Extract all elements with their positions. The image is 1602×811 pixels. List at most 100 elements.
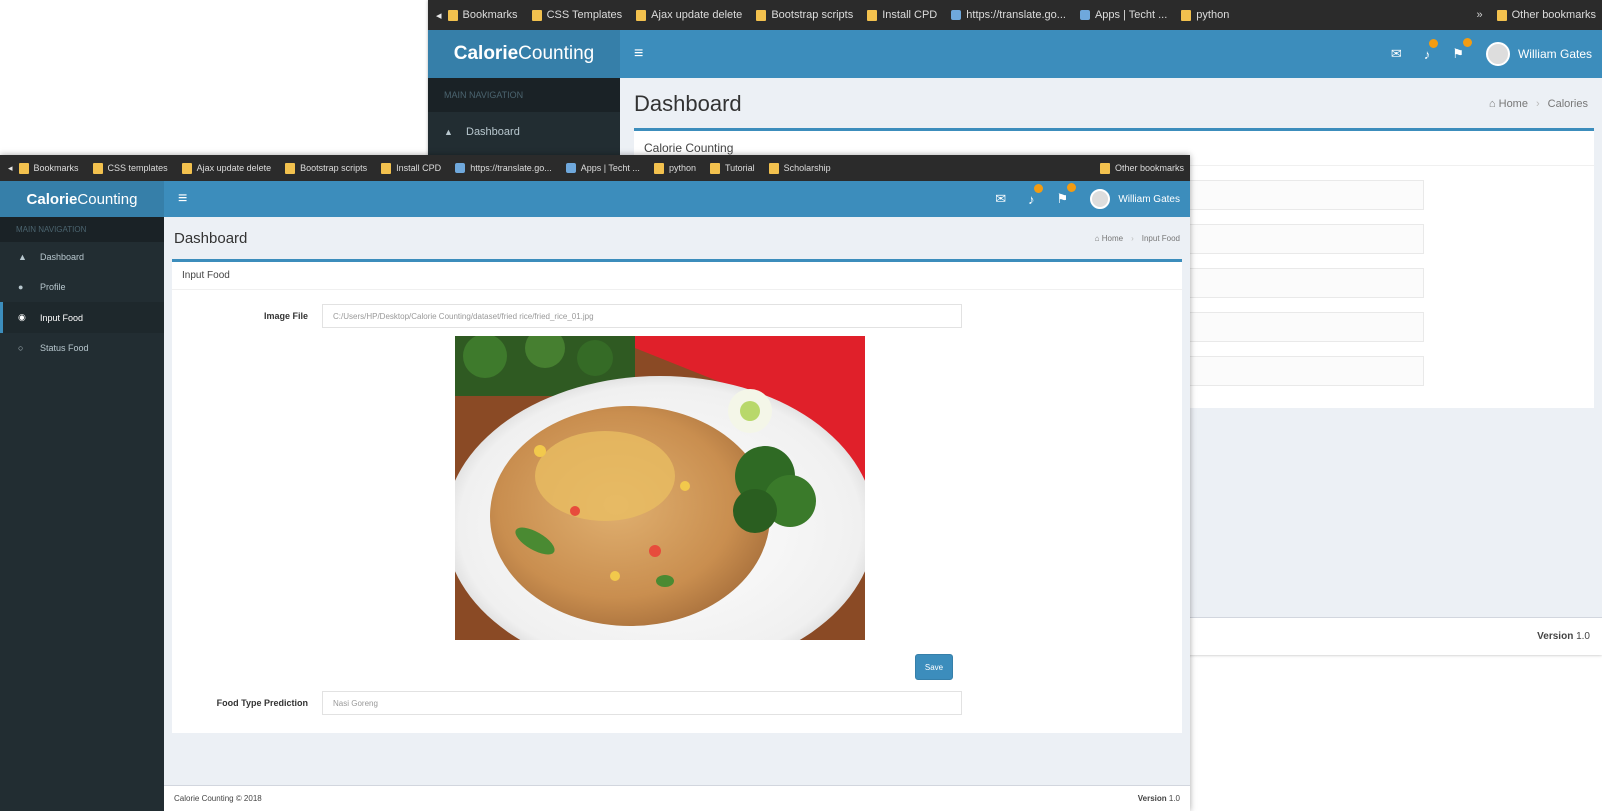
sidebar-header: MAIN NAVIGATION: [428, 78, 620, 112]
dashboard-icon: ▲: [18, 252, 27, 262]
folder-icon: [1099, 162, 1110, 174]
folder-icon: [867, 9, 878, 21]
breadcrumb: ⌂ Home › Calories: [1489, 98, 1588, 110]
bookmark-item[interactable]: Bootstrap scripts: [756, 9, 853, 21]
bookmarks-bar: ◂ Bookmarks CSS templates Ajax update de…: [0, 155, 1190, 181]
folder-icon: [653, 162, 664, 174]
circle-icon: ○: [18, 343, 24, 353]
fried-rice-photo: [455, 336, 865, 640]
hamburger-icon[interactable]: ≡: [178, 190, 187, 208]
bookmark-item[interactable]: python: [1181, 9, 1229, 21]
bookmark-item[interactable]: https://translate.go...: [951, 9, 1066, 21]
page-title: Dashboard: [174, 229, 248, 247]
bookmark-item[interactable]: Bookmarks: [18, 162, 79, 174]
bookmark-item[interactable]: Bookmarks: [447, 9, 518, 21]
bookmark-item[interactable]: Bootstrap scripts: [285, 162, 367, 174]
bookmark-item[interactable]: Tutorial: [709, 162, 755, 174]
notification-badge: [1429, 38, 1439, 48]
folder-icon: [636, 9, 647, 21]
breadcrumb-home[interactable]: Home: [1499, 98, 1528, 110]
avatar[interactable]: [1485, 42, 1510, 66]
flag-icon[interactable]: ⚑: [1452, 38, 1472, 62]
bookmark-item[interactable]: Apps | Techt ...: [1079, 9, 1167, 21]
bookmark-item[interactable]: Install CPD: [867, 9, 937, 21]
avatar[interactable]: [1090, 189, 1111, 209]
navbar-right: ✉ ♪ ⚑ William Gates: [1391, 30, 1592, 78]
bookmark-item[interactable]: python: [653, 162, 696, 174]
app-logo[interactable]: Calorie Counting: [0, 181, 164, 217]
breadcrumb-separator: ›: [1131, 233, 1134, 243]
navbar-right: ✉ ♪ ⚑ William Gates: [995, 181, 1180, 217]
apps-icon: [565, 163, 576, 173]
folder-icon: [1181, 9, 1192, 21]
breadcrumb-separator: ›: [1535, 98, 1540, 110]
envelope-icon[interactable]: ✉: [995, 191, 1006, 207]
other-bookmarks[interactable]: Other bookmarks: [1091, 155, 1184, 181]
folder-icon: [756, 9, 767, 21]
image-file-row: Image File C:/Users/HP/Desktop/Calorie C…: [172, 304, 962, 328]
other-bookmarks[interactable]: » Other bookmarks: [1468, 0, 1596, 30]
dashboard-icon: ▲: [444, 127, 453, 137]
top-navbar: Calorie Counting ≡ ✉ ♪ ⚑ William Gates: [0, 181, 1190, 217]
bookmark-item[interactable]: Ajax update delete: [181, 162, 271, 174]
folder-icon: [181, 162, 192, 174]
bookmark-item[interactable]: Scholarship: [768, 162, 831, 174]
breadcrumb: ⌂ Home › Input Food: [1095, 234, 1180, 243]
sidebar-item-profile[interactable]: ● Profile: [0, 272, 164, 302]
user-name[interactable]: William Gates: [1118, 194, 1180, 205]
home-icon: ⌂: [1094, 233, 1102, 243]
bookmark-item[interactable]: Ajax update delete: [636, 9, 742, 21]
save-button[interactable]: Save: [915, 654, 953, 680]
flag-badge: [1067, 183, 1077, 192]
image-file-label: Image File: [263, 311, 308, 321]
folder-icon: [92, 162, 103, 174]
sidebar-item-status-food[interactable]: ○ Status Food: [0, 333, 164, 363]
translate-icon: [951, 10, 962, 20]
user-icon: ●: [18, 282, 24, 292]
folder-icon: [768, 162, 779, 174]
sidebar-item-dashboard[interactable]: ▲ Dashboard: [428, 112, 620, 152]
footer: Calorie Counting © 2018 Version 1.0: [164, 785, 1190, 811]
app-logo[interactable]: Calorie Counting: [428, 30, 620, 78]
top-navbar: Calorie Counting ≡ ✉ ♪ ⚑ William Gates: [428, 30, 1602, 78]
bookmark-item[interactable]: Install CPD: [381, 162, 441, 174]
overflow-icon[interactable]: »: [1477, 9, 1483, 21]
breadcrumb-home[interactable]: Home: [1102, 234, 1123, 243]
image-file-input[interactable]: C:/Users/HP/Desktop/Calorie Counting/dat…: [322, 304, 962, 328]
footer-version: Version 1.0: [1137, 794, 1180, 803]
breadcrumb-current: Input Food: [1141, 233, 1180, 243]
folder-icon: [709, 162, 720, 174]
breadcrumb-current: Calories: [1547, 98, 1588, 110]
bookmark-item[interactable]: CSS templates: [92, 162, 168, 174]
sidebar-item-dashboard[interactable]: ▲ Dashboard: [0, 242, 164, 272]
footer-copyright: Calorie Counting © 2018: [174, 794, 262, 803]
prediction-label: Food Type Prediction: [216, 698, 308, 708]
folder-icon: [531, 9, 542, 21]
sidebar-item-input-food[interactable]: ◉ Input Food: [0, 302, 164, 333]
translate-icon: [455, 163, 466, 173]
bookmark-item[interactable]: Apps | Techt ...: [565, 163, 640, 173]
folder-icon: [18, 162, 29, 174]
bell-icon[interactable]: ♪: [1028, 183, 1043, 207]
user-name[interactable]: William Gates: [1518, 47, 1592, 61]
notification-badge: [1033, 183, 1043, 193]
hamburger-icon[interactable]: ≡: [634, 45, 643, 63]
folder-icon: [285, 162, 296, 174]
content-header: Dashboard ⌂ Home › Input Food: [164, 217, 1190, 259]
bookmarks-bar: ◂ Bookmarks CSS Templates Ajax update de…: [428, 0, 1602, 30]
bookmarks-arrow-icon[interactable]: ◂: [428, 9, 448, 22]
bookmark-item[interactable]: CSS Templates: [531, 9, 622, 21]
circle-icon: ◉: [18, 312, 26, 322]
content-header: Dashboard ⌂ Home › Calories: [620, 78, 1602, 130]
prediction-output: Nasi Goreng: [322, 691, 962, 715]
flag-icon[interactable]: ⚑: [1057, 183, 1077, 207]
bell-icon[interactable]: ♪: [1424, 38, 1439, 62]
envelope-icon[interactable]: ✉: [1391, 46, 1402, 62]
bookmark-item[interactable]: https://translate.go...: [455, 163, 552, 173]
flag-badge: [1462, 38, 1472, 47]
apps-icon: [1079, 10, 1090, 20]
bookmarks-arrow-icon[interactable]: ◂: [0, 163, 19, 174]
front-browser-window: ◂ Bookmarks CSS templates Ajax update de…: [0, 155, 1190, 811]
input-food-box: Input Food Image File C:/Users/HP/Deskto…: [172, 259, 1182, 733]
sidebar-header: MAIN NAVIGATION: [0, 217, 164, 242]
